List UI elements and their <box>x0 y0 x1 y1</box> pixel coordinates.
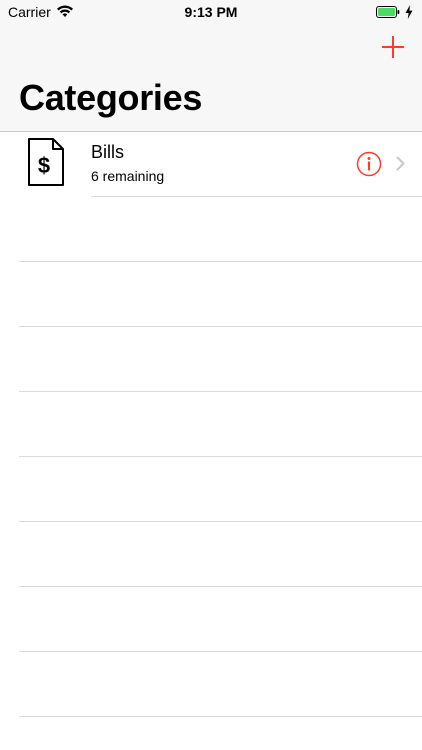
empty-row-separator <box>19 262 422 327</box>
empty-row-separator <box>19 197 422 262</box>
page-title: Categories <box>19 77 203 118</box>
navigation-bar: Categories <box>0 24 422 132</box>
battery-icon <box>376 6 400 18</box>
screen: Carrier 9:13 PM Categories $ Bills 6 rem… <box>0 0 422 750</box>
charging-bolt-icon <box>405 5 413 19</box>
empty-row-separator <box>19 392 422 457</box>
dollar-document-icon: $ <box>28 138 64 186</box>
svg-text:$: $ <box>38 153 50 178</box>
empty-row-separator <box>19 327 422 392</box>
chevron-right-icon <box>396 156 405 171</box>
category-title: Bills <box>91 142 125 162</box>
empty-row-separator <box>19 652 422 717</box>
category-subtitle: 6 remaining <box>91 168 165 184</box>
empty-row-separator <box>19 522 422 587</box>
category-row[interactable]: $ Bills 6 remaining <box>28 132 422 197</box>
info-icon[interactable] <box>356 151 382 177</box>
empty-row-separator <box>19 587 422 652</box>
battery-fill <box>378 8 395 16</box>
plus-icon[interactable] <box>380 34 406 60</box>
status-time: 9:13 PM <box>184 4 238 20</box>
categories-table: $ Bills 6 remaining <box>0 132 422 750</box>
status-bar: Carrier 9:13 PM <box>0 0 422 24</box>
empty-row-separator <box>19 457 422 522</box>
